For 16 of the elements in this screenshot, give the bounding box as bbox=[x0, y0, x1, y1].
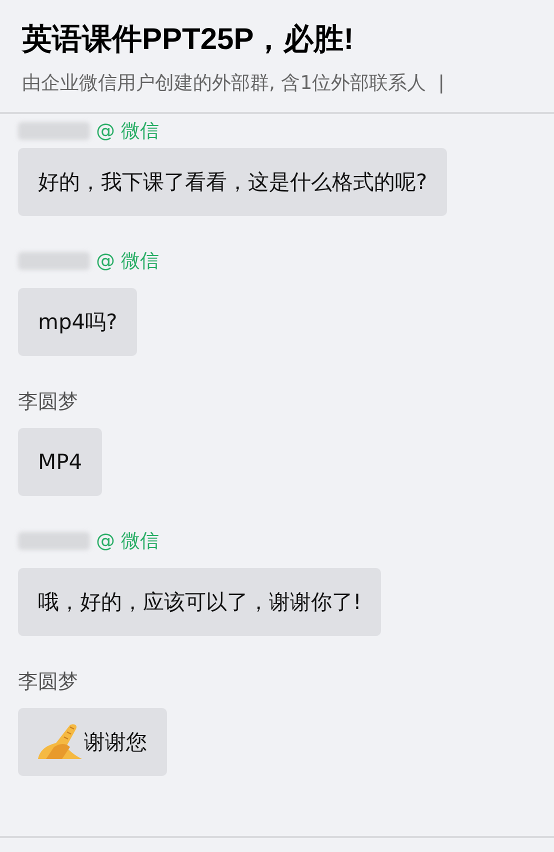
wechat-tag: @ 微信 bbox=[96, 528, 160, 554]
message-bubble: 哦，好的，应该可以了，谢谢你了! bbox=[18, 568, 382, 636]
wechat-tag: @ 微信 bbox=[96, 248, 160, 274]
wechat-tag: @ 微信 bbox=[96, 118, 160, 144]
message-bubble: mp4吗? bbox=[18, 288, 138, 356]
message-text: 谢谢您 bbox=[84, 729, 147, 756]
blurred-name bbox=[18, 252, 90, 270]
sender-name: 李圆梦 bbox=[18, 388, 78, 414]
message-bubble: 好的，我下课了看看，这是什么格式的呢? bbox=[18, 148, 448, 216]
blurred-name bbox=[18, 122, 90, 140]
sender-name: 李圆梦 bbox=[18, 668, 78, 694]
message-bubble: MP4 bbox=[18, 428, 102, 496]
group-description: 由企业微信用户创建的外部群, 含1位外部联系人 bbox=[22, 71, 426, 96]
separator-mark: | bbox=[438, 71, 445, 96]
group-title: 英语课件PPT25P，必胜! bbox=[22, 22, 355, 58]
blurred-name bbox=[18, 532, 90, 550]
